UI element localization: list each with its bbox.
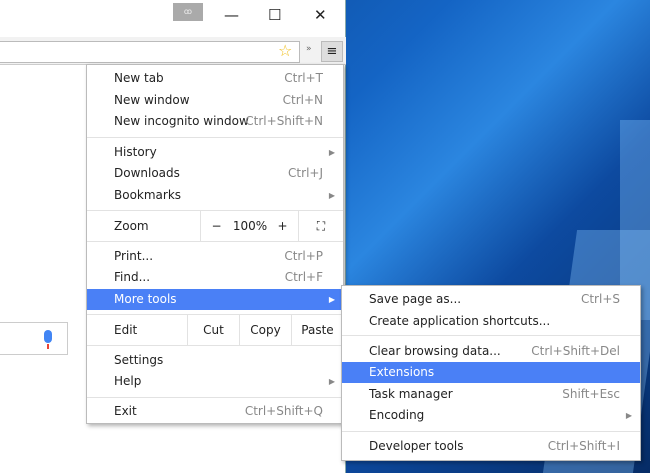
minimize-button[interactable]: — bbox=[224, 6, 239, 24]
bookmark-star-icon[interactable]: ☆ bbox=[278, 41, 292, 60]
menu-item-downloads[interactable]: Downloads Ctrl+J bbox=[87, 163, 343, 184]
search-box[interactable] bbox=[0, 322, 68, 355]
more-tools-submenu: Save page as... Ctrl+S Create application… bbox=[341, 285, 641, 461]
menu-item-help[interactable]: Help ▶ bbox=[87, 371, 343, 392]
address-bar[interactable] bbox=[0, 41, 300, 63]
zoom-in-button[interactable]: + bbox=[270, 211, 295, 241]
submenu-item-extensions[interactable]: Extensions bbox=[342, 362, 640, 383]
main-menu: New tab Ctrl+T New window Ctrl+N New incog… bbox=[86, 64, 344, 424]
menu-item-history[interactable]: History ▶ bbox=[87, 142, 343, 163]
submenu-item-encoding[interactable]: Encoding ▶ bbox=[342, 405, 640, 426]
menu-item-more-tools[interactable]: More tools ▶ bbox=[87, 289, 343, 310]
divider bbox=[87, 345, 343, 346]
title-bar: ꝏ — ☐ ✕ bbox=[0, 0, 345, 34]
submenu-item-clear-data[interactable]: Clear browsing data... Ctrl+Shift+Del bbox=[342, 341, 640, 362]
fullscreen-button[interactable]: ⛶ bbox=[298, 211, 343, 241]
maximize-button[interactable]: ☐ bbox=[268, 6, 281, 24]
extensions-overflow-button[interactable]: » bbox=[306, 44, 312, 54]
submenu-arrow-icon: ▶ bbox=[625, 411, 632, 420]
menu-item-new-incognito[interactable]: New incognito window Ctrl+Shift+N bbox=[87, 111, 343, 132]
menu-item-new-tab[interactable]: New tab Ctrl+T bbox=[87, 68, 343, 89]
menu-item-find[interactable]: Find... Ctrl+F bbox=[87, 267, 343, 288]
submenu-item-save-page[interactable]: Save page as... Ctrl+S bbox=[342, 289, 640, 310]
edit-row: Edit Cut Copy Paste bbox=[87, 315, 343, 345]
divider bbox=[342, 431, 640, 432]
menu-item-bookmarks[interactable]: Bookmarks ▶ bbox=[87, 185, 343, 206]
zoom-level: 100% bbox=[232, 219, 268, 233]
menu-item-new-window[interactable]: New window Ctrl+N bbox=[87, 90, 343, 111]
close-button[interactable]: ✕ bbox=[314, 6, 327, 24]
submenu-item-app-shortcuts[interactable]: Create application shortcuts... bbox=[342, 311, 640, 332]
profile-button[interactable]: ꝏ bbox=[173, 3, 203, 21]
submenu-arrow-icon: ▶ bbox=[328, 295, 335, 304]
divider bbox=[342, 335, 640, 336]
submenu-item-developer-tools[interactable]: Developer tools Ctrl+Shift+I bbox=[342, 436, 640, 457]
menu-button[interactable]: ≡ bbox=[321, 41, 343, 62]
menu-item-print[interactable]: Print... Ctrl+P bbox=[87, 246, 343, 267]
toolbar: ☆ » ≡ bbox=[0, 37, 346, 65]
menu-item-exit[interactable]: Exit Ctrl+Shift+Q bbox=[87, 401, 343, 422]
divider bbox=[87, 397, 343, 398]
submenu-arrow-icon: ▶ bbox=[328, 377, 335, 386]
zoom-row: Zoom − 100% + ⛶ bbox=[87, 211, 343, 241]
divider bbox=[87, 137, 343, 138]
submenu-arrow-icon: ▶ bbox=[328, 148, 335, 157]
paste-button[interactable]: Paste bbox=[291, 315, 343, 345]
cut-button[interactable]: Cut bbox=[187, 315, 239, 345]
divider bbox=[87, 241, 343, 242]
submenu-item-task-manager[interactable]: Task manager Shift+Esc bbox=[342, 384, 640, 405]
submenu-arrow-icon: ▶ bbox=[328, 191, 335, 200]
copy-button[interactable]: Copy bbox=[239, 315, 291, 345]
zoom-out-button[interactable]: − bbox=[201, 211, 232, 241]
menu-item-settings[interactable]: Settings bbox=[87, 350, 343, 371]
microphone-icon[interactable] bbox=[44, 330, 52, 349]
